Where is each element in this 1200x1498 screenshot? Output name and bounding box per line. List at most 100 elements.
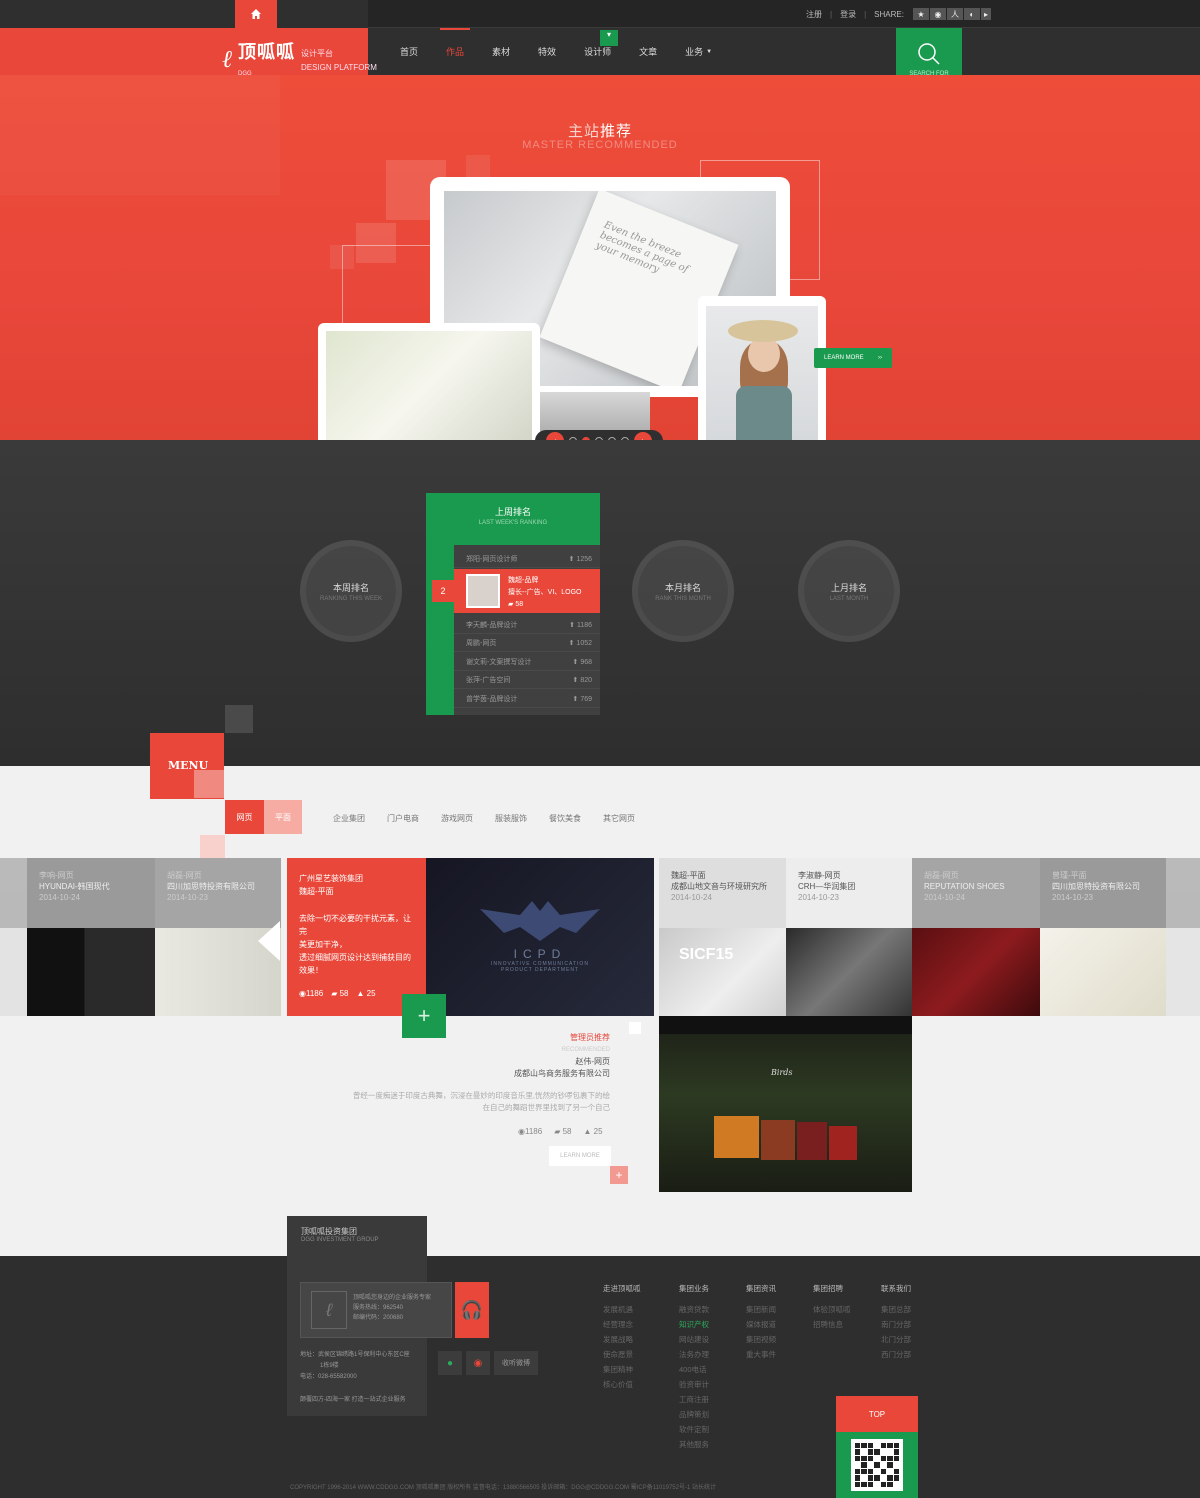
featured-company: 广州星艺装饰集团 bbox=[299, 874, 363, 883]
brand-logo[interactable]: ℓ 顶呱呱 DGG 设计平台 DESIGN PLATFORM bbox=[222, 38, 377, 79]
deco-square bbox=[194, 770, 224, 798]
footer-link[interactable]: 工商注册 bbox=[679, 1392, 709, 1407]
footer-link[interactable]: 集团总部 bbox=[881, 1302, 911, 1317]
headphone-icon[interactable]: 🎧 bbox=[455, 1282, 489, 1338]
footer-link[interactable]: 发展机遇 bbox=[603, 1302, 641, 1317]
weibo-icon[interactable]: ◉ bbox=[929, 8, 946, 20]
admin-learn-more-button[interactable]: LEARN MORE bbox=[549, 1146, 611, 1166]
category-item[interactable]: 其它网页 bbox=[603, 813, 635, 824]
ranking-row[interactable]: 谢文莉-文案撰写设计 ⬆ 968 bbox=[454, 653, 600, 671]
ranking-row[interactable]: 曾学茵-品牌设计 ⬆ 769 bbox=[454, 690, 600, 708]
footer-card-line: 服务热线：962540 bbox=[353, 1305, 404, 1311]
nav-articles[interactable]: 文章 bbox=[639, 28, 657, 75]
category-item[interactable]: 企业集团 bbox=[333, 813, 365, 824]
ranking-highlight-row[interactable]: 魏超-品牌 擅长--广告、VI、LOGO ▰ 58 bbox=[454, 569, 600, 613]
qq-icon[interactable]: ● bbox=[438, 1351, 462, 1375]
work-card[interactable] bbox=[1166, 858, 1200, 1016]
ranking-row-count: 1186 bbox=[576, 621, 592, 629]
featured-work-card[interactable]: 广州星艺装饰集团 魏超-平面 去除一切不必要的干扰元素，让完 美更加干净， 透过… bbox=[287, 858, 426, 1016]
footer-link[interactable]: 软件定制 bbox=[679, 1422, 709, 1437]
footer-addr-line: 地址：武侯区锦绣路1号保利中心东区C座 bbox=[300, 1352, 410, 1358]
tab-web[interactable]: 网页 bbox=[225, 800, 264, 834]
ranking-row[interactable]: 郑阳-网页设计师 ⬆ 1256 bbox=[454, 550, 600, 568]
card-image-text: SICF15 bbox=[679, 946, 734, 963]
featured-author: 魏超-平面 bbox=[299, 887, 334, 896]
home-button[interactable] bbox=[235, 0, 277, 28]
nav-business[interactable]: 业务 ▼ bbox=[685, 28, 712, 75]
footer-link[interactable]: 媒体报道 bbox=[746, 1317, 776, 1332]
work-caption: 胡磊-网页 REPUTATION SHOES 2014-10-24 bbox=[912, 858, 1040, 928]
star-icon[interactable]: ★ bbox=[912, 8, 929, 20]
work-thumbnail bbox=[1040, 928, 1166, 1016]
category-item[interactable]: 门户电商 bbox=[387, 813, 419, 824]
login-link[interactable]: 登录 bbox=[840, 9, 856, 20]
rank-circle-last-month[interactable]: 上月排名 LAST MONTH bbox=[798, 540, 900, 642]
footer-link[interactable]: 融资贷款 bbox=[679, 1302, 709, 1317]
renren-icon[interactable]: 人 bbox=[946, 8, 963, 20]
nav-effects[interactable]: 特效 bbox=[538, 28, 556, 75]
ranking-row-name: 谢文莉-文案撰写设计 bbox=[466, 658, 532, 666]
footer-link[interactable]: 使命愿景 bbox=[603, 1347, 641, 1362]
plus-icon[interactable]: + bbox=[610, 1166, 628, 1184]
footer-link[interactable]: 400电话 bbox=[679, 1362, 709, 1377]
weibo-icon[interactable]: ◉ bbox=[466, 1351, 490, 1375]
footer-link[interactable]: 体验顶呱呱 bbox=[813, 1302, 851, 1317]
work-card[interactable]: 李响-网页 HYUNDAI-韩国现代 2014-10-24 bbox=[27, 858, 155, 1016]
footer-link[interactable]: 集团新闻 bbox=[746, 1302, 776, 1317]
footer-link[interactable]: 发展战略 bbox=[603, 1332, 641, 1347]
nav-works[interactable]: 作品 bbox=[440, 28, 471, 75]
work-card[interactable]: 胡磊-网页 REPUTATION SHOES 2014-10-24 bbox=[912, 858, 1040, 1016]
nav-home[interactable]: 首页 bbox=[400, 28, 418, 75]
footer-link[interactable]: 网站建设 bbox=[679, 1332, 709, 1347]
ranking-row[interactable]: 周鹏-网页 ⬆ 1052 bbox=[454, 634, 600, 652]
follow-weibo-button[interactable]: 收听微博 bbox=[494, 1351, 538, 1375]
rank-circle-month[interactable]: 本月排名 RANK THIS MONTH bbox=[632, 540, 734, 642]
work-card[interactable]: 李淑静-网页 CRH—华润集团 2014-10-23 bbox=[786, 858, 912, 1016]
footer-link[interactable]: 集团精神 bbox=[603, 1362, 641, 1377]
footer-link[interactable]: 西门分部 bbox=[881, 1347, 911, 1362]
rank-circle-week[interactable]: 本周排名 RANKING THIS WEEK bbox=[300, 540, 402, 642]
back-to-top-button[interactable]: TOP bbox=[836, 1396, 918, 1432]
comment-icon: ▰ bbox=[508, 601, 514, 608]
category-item[interactable]: 餐饮美食 bbox=[549, 813, 581, 824]
ranking-row[interactable]: 张萍-广告空间 ⬆ 820 bbox=[454, 671, 600, 689]
work-caption: 李响-网页 HYUNDAI-韩国现代 2014-10-24 bbox=[27, 858, 155, 928]
footer-link[interactable]: 核心价值 bbox=[603, 1377, 641, 1392]
footer-link[interactable]: 经营理念 bbox=[603, 1317, 641, 1332]
rank-circle-label: 上月排名 bbox=[830, 582, 867, 593]
category-item[interactable]: 游戏网页 bbox=[441, 813, 473, 824]
footer-link[interactable]: 法务办理 bbox=[679, 1347, 709, 1362]
footer-column-title: 集团业务 bbox=[679, 1284, 709, 1293]
wechat-icon[interactable]: ◐ bbox=[963, 8, 980, 20]
ranking-row[interactable]: 李天麟-品牌设计 ⬆ 1186 bbox=[454, 616, 600, 634]
footer-link[interactable]: 南门分部 bbox=[881, 1317, 911, 1332]
featured-work-image[interactable]: ICPD INNOVATIVE COMMUNICATION PRODUCT DE… bbox=[426, 858, 654, 1016]
work-author: 李淑静-网页 bbox=[798, 871, 841, 880]
thumb-up-icon: ▲ bbox=[356, 989, 365, 998]
ranking-section bbox=[0, 440, 1200, 766]
tab-flat[interactable]: 平面 bbox=[264, 800, 302, 834]
footer-link[interactable]: 北门分部 bbox=[881, 1332, 911, 1347]
footer-link[interactable]: 集团视频 bbox=[746, 1332, 776, 1347]
footer bbox=[0, 1256, 1200, 1498]
work-card[interactable] bbox=[0, 858, 27, 1016]
footer-link[interactable]: 招聘信息 bbox=[813, 1317, 851, 1332]
footer-link[interactable]: 验资审计 bbox=[679, 1377, 709, 1392]
register-link[interactable]: 注册 bbox=[806, 9, 822, 20]
featured-comments: 58 bbox=[339, 989, 349, 998]
footer-link[interactable]: 重大事件 bbox=[746, 1347, 776, 1362]
footer-link[interactable]: 其他服务 bbox=[679, 1437, 709, 1452]
more-arrow-icon[interactable]: ▸ bbox=[980, 8, 991, 20]
footer-link[interactable]: 品牌策划 bbox=[679, 1407, 709, 1422]
work-caption: 魏超-平面 成都山地文音与环境研究所 2014-10-24 bbox=[659, 858, 786, 928]
footer-column: 集团招聘 体验顶呱呱 招聘信息 bbox=[813, 1281, 851, 1332]
hero-learn-more-button[interactable]: LEARN MORE ›› bbox=[814, 348, 892, 368]
work-card[interactable]: 曾瑾-平面 四川加思特投资有限公司 2014-10-23 bbox=[1040, 858, 1166, 1016]
category-item[interactable]: 服装服饰 bbox=[495, 813, 527, 824]
admin-work-screenshot[interactable]: Birds bbox=[659, 1016, 912, 1192]
nav-materials[interactable]: 素材 bbox=[492, 28, 510, 75]
paper-text: Even the breeze becomes a page of your m… bbox=[594, 219, 690, 276]
footer-link-active[interactable]: 知识产权 bbox=[679, 1317, 709, 1332]
work-card[interactable]: 魏超-平面 成都山地文音与环境研究所 2014-10-24 SICF15 bbox=[659, 858, 786, 1016]
prev-chevron-icon[interactable] bbox=[258, 921, 280, 961]
